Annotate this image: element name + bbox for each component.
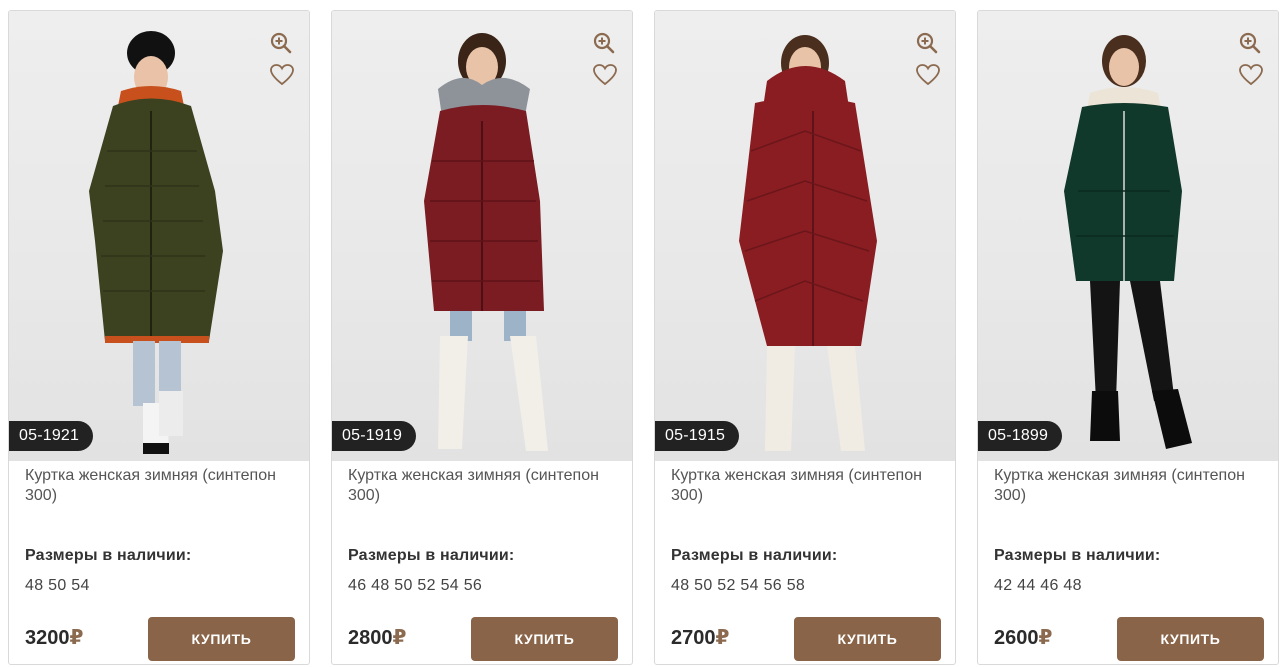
currency-sign: ₽	[1038, 627, 1053, 649]
price-value: 2700	[671, 627, 716, 649]
sizes-label: Размеры в наличии:	[671, 547, 838, 564]
product-image	[424, 33, 548, 451]
sizes-values: 46 48 50 52 54 56	[348, 577, 483, 594]
sizes-values: 48 50 54	[25, 577, 90, 594]
sizes-label: Размеры в наличии:	[348, 547, 515, 564]
heart-icon[interactable]	[915, 63, 941, 87]
product-title[interactable]: Куртка женская зимняя (синтепон 300)	[671, 466, 941, 506]
product-price: 2800₽	[348, 625, 406, 650]
product-image	[89, 31, 223, 454]
product-card[interactable]: 05-1899 Куртка женская зимняя (синтепон …	[977, 10, 1279, 665]
product-card[interactable]: 05-1919 Куртка женская зимняя (синтепон …	[331, 10, 633, 665]
sizes-values: 42 44 46 48	[994, 577, 1082, 594]
sizes-label: Размеры в наличии:	[994, 547, 1161, 564]
heart-icon[interactable]	[1238, 63, 1264, 87]
sku-badge: 05-1919	[332, 421, 417, 451]
sizes-label: Размеры в наличии:	[25, 547, 192, 564]
product-grid: 05-1921 Куртка женская зимняя (синтепон …	[0, 0, 1280, 667]
product-image	[739, 35, 877, 451]
product-image	[1064, 35, 1192, 449]
sku-badge: 05-1921	[9, 421, 94, 451]
zoom-in-icon[interactable]	[1238, 31, 1262, 55]
product-photo[interactable]: 05-1919	[332, 11, 632, 461]
sizes-values: 48 50 52 54 56 58	[671, 577, 806, 594]
zoom-in-icon[interactable]	[269, 31, 293, 55]
currency-sign: ₽	[392, 627, 407, 649]
product-price: 2600₽	[994, 625, 1052, 650]
sku-badge: 05-1899	[978, 421, 1063, 451]
heart-icon[interactable]	[592, 63, 618, 87]
product-card[interactable]: 05-1915 Куртка женская зимняя (синтепон …	[654, 10, 956, 665]
zoom-in-icon[interactable]	[915, 31, 939, 55]
product-price: 3200₽	[25, 625, 83, 650]
price-value: 2600	[994, 627, 1039, 649]
product-title[interactable]: Куртка женская зимняя (синтепон 300)	[348, 466, 618, 506]
product-price: 2700₽	[671, 625, 729, 650]
sku-badge: 05-1915	[655, 421, 740, 451]
product-title[interactable]: Куртка женская зимняя (синтепон 300)	[25, 466, 295, 506]
currency-sign: ₽	[715, 627, 730, 649]
heart-icon[interactable]	[269, 63, 295, 87]
price-value: 3200	[25, 627, 70, 649]
product-photo[interactable]: 05-1915	[655, 11, 955, 461]
product-photo[interactable]: 05-1921	[9, 11, 309, 461]
buy-button[interactable]: КУПИТЬ	[471, 617, 618, 661]
price-value: 2800	[348, 627, 393, 649]
product-title[interactable]: Куртка женская зимняя (синтепон 300)	[994, 466, 1264, 506]
buy-button[interactable]: КУПИТЬ	[148, 617, 295, 661]
zoom-in-icon[interactable]	[592, 31, 616, 55]
buy-button[interactable]: КУПИТЬ	[1117, 617, 1264, 661]
currency-sign: ₽	[69, 627, 84, 649]
product-photo[interactable]: 05-1899	[978, 11, 1278, 461]
product-card[interactable]: 05-1921 Куртка женская зимняя (синтепон …	[8, 10, 310, 665]
buy-button[interactable]: КУПИТЬ	[794, 617, 941, 661]
